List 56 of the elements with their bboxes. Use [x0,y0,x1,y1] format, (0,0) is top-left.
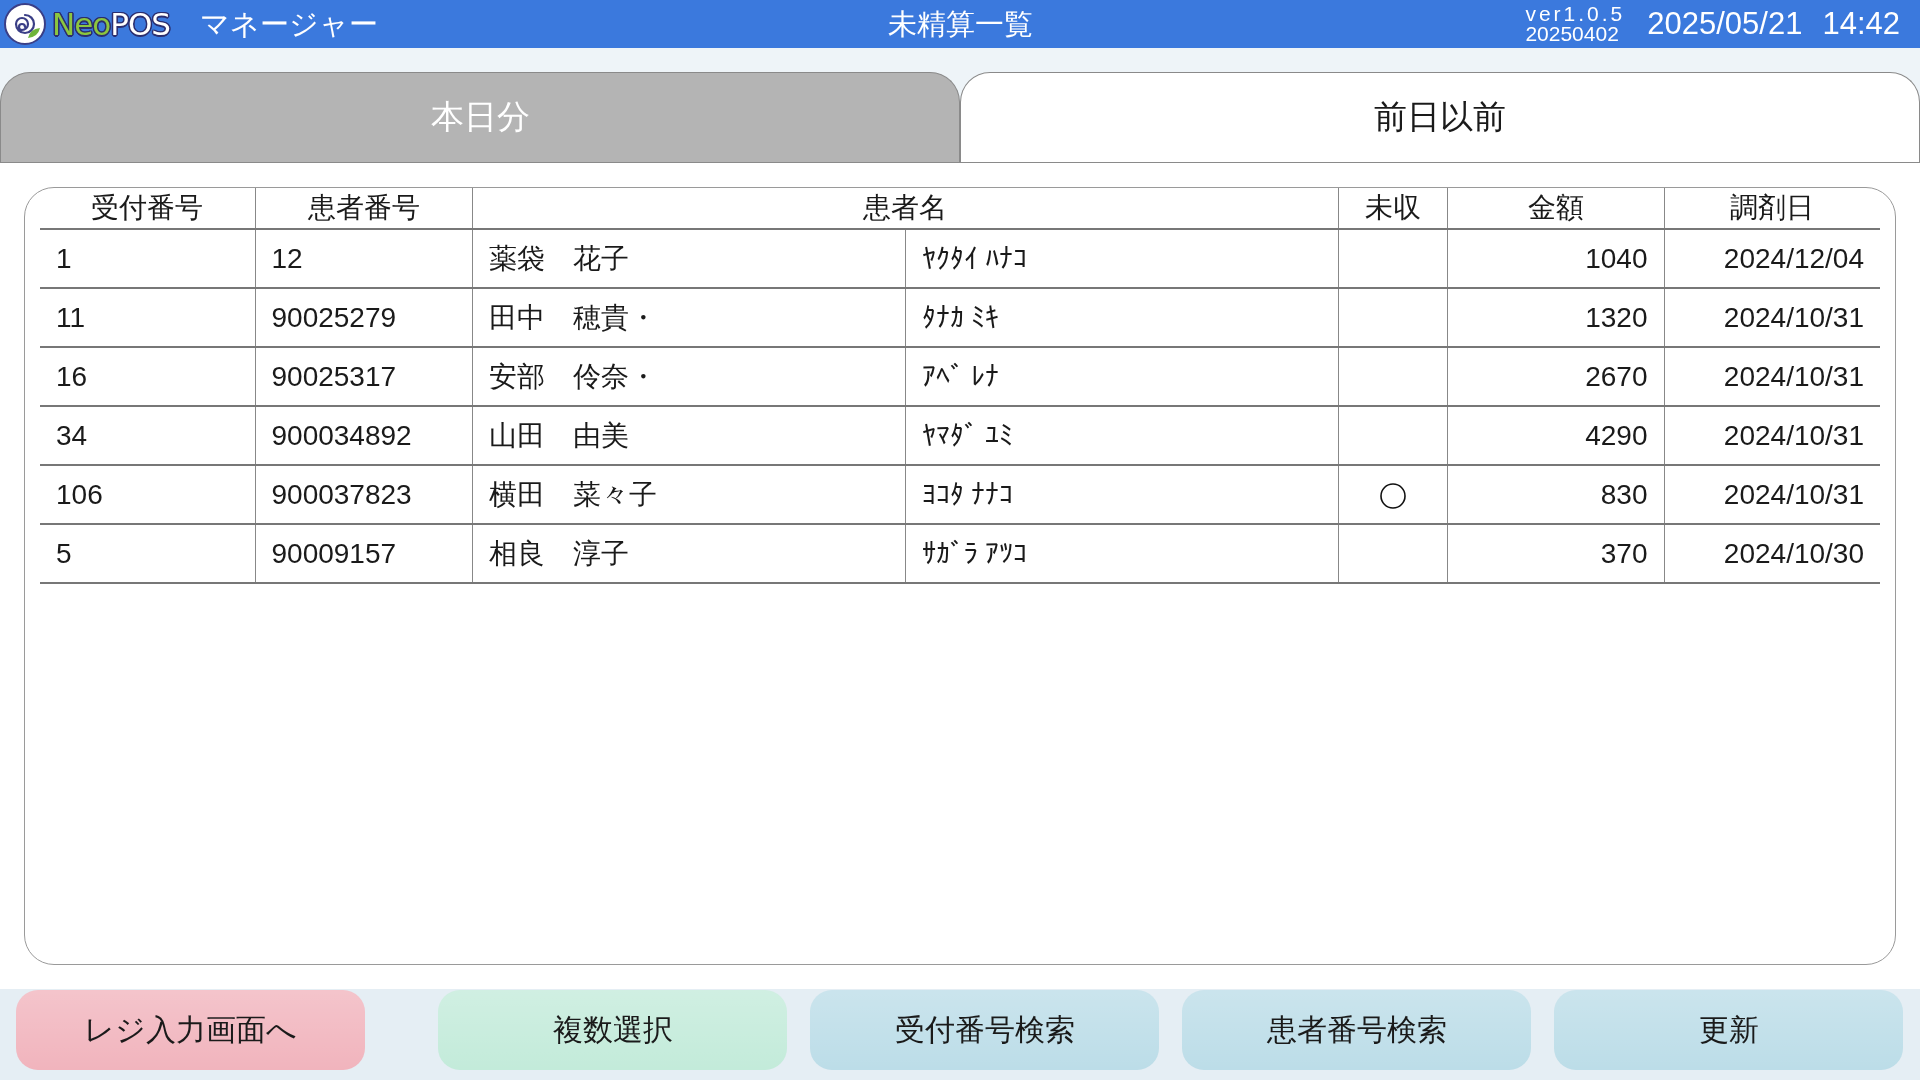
column-header: 受付番号 [40,188,255,229]
column-header: 金額 [1447,188,1664,229]
table-cell: 16 [40,347,255,406]
column-header: 患者番号 [255,188,472,229]
register-screen-button[interactable]: レジ入力画面へ [16,990,365,1070]
table-cell: 12 [255,229,472,288]
table-cell: 2024/10/31 [1664,288,1880,347]
reception-number-search-button[interactable]: 受付番号検索 [810,990,1159,1070]
table-cell: ｱﾍﾞ ﾚﾅ [905,347,1338,406]
table-cell: 2024/10/31 [1664,406,1880,465]
multi-select-button[interactable]: 複数選択 [438,990,787,1070]
table-cell: ﾔｸﾀｲ ﾊﾅｺ [905,229,1338,288]
table-cell: 4290 [1447,406,1664,465]
tab[interactable]: 前日以前 [960,72,1920,162]
table-cell: 1 [40,229,255,288]
time-text: 14:42 [1822,6,1900,42]
table-cell: 安部 伶奈・ [472,347,905,406]
table-cell: 900037823 [255,465,472,524]
table-cell: 5 [40,524,255,583]
logo-text: NeoPOS [52,6,170,42]
table-cell: 90009157 [255,524,472,583]
table-cell: 2024/10/30 [1664,524,1880,583]
column-header: 患者名 [472,188,1338,229]
table-cell: 2024/10/31 [1664,347,1880,406]
table-cell: ｻｶﾞﾗ ｱﾂｺ [905,524,1338,583]
table-cell: 2024/10/31 [1664,465,1880,524]
refresh-button[interactable]: 更新 [1554,990,1903,1070]
table-cell: 1040 [1447,229,1664,288]
date-text: 2025/05/21 [1647,6,1803,42]
table-cell: 2024/12/04 [1664,229,1880,288]
version-text: ver1.0.5 [1525,4,1626,24]
column-header: 未収 [1338,188,1447,229]
patient-number-search-button[interactable]: 患者番号検索 [1182,990,1531,1070]
table-cell: 106 [40,465,255,524]
table-cell: 830 [1447,465,1664,524]
app-name: マネージャー [200,7,378,42]
page-title: 未精算一覧 [887,7,1033,42]
logo-icon [4,3,46,45]
table-cell: ﾀﾅｶ ﾐｷ [905,288,1338,347]
table-cell: 2670 [1447,347,1664,406]
table-cell: 1320 [1447,288,1664,347]
table-cell: 田中 穂貴・ [472,288,905,347]
table-cell: 900034892 [255,406,472,465]
table-cell: 横田 菜々子 [472,465,905,524]
table-cell: 370 [1447,524,1664,583]
table-cell: 90025279 [255,288,472,347]
build-text: 20250402 [1525,24,1619,44]
column-header: 調剤日 [1664,188,1880,229]
table-cell: 山田 由美 [472,406,905,465]
table-cell: ﾖｺﾀ ﾅﾅｺ [905,465,1338,524]
table-cell: 34 [40,406,255,465]
table-cell: 薬袋 花子 [472,229,905,288]
table-cell: 相良 淳子 [472,524,905,583]
table-cell: 90025317 [255,347,472,406]
table-cell: ﾔﾏﾀﾞ ﾕﾐ [905,406,1338,465]
table-cell: 11 [40,288,255,347]
